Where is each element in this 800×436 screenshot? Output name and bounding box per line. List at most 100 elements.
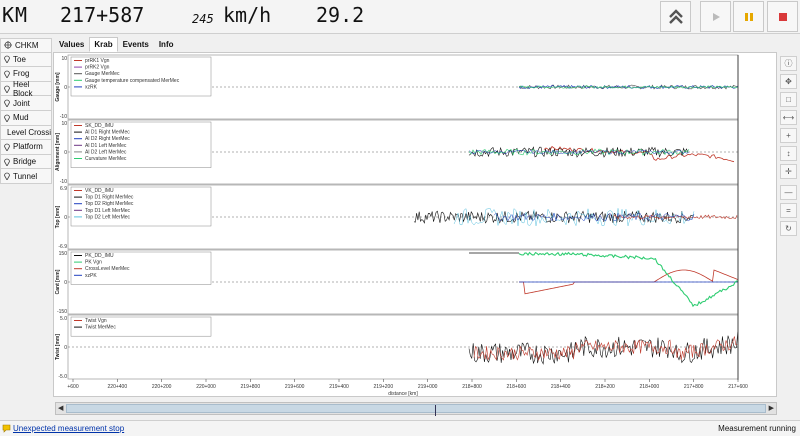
expand-button[interactable]: = xyxy=(780,203,797,218)
legend-entry: Top D1 Right MerMec xyxy=(85,195,134,201)
sidebar-item-chkm[interactable]: CHKM xyxy=(0,38,52,53)
collapse-up-button[interactable] xyxy=(660,1,691,32)
x-tick-label: 220+400 xyxy=(108,384,128,390)
legend-entry: Gauge MerMec xyxy=(85,71,120,77)
sidebar-item-label: Platform xyxy=(13,142,43,152)
legend-entry: PK Vgn xyxy=(85,260,102,266)
legend-entry: Gauge temperature compensated MerMec xyxy=(85,78,180,84)
tab-krab[interactable]: Krab xyxy=(89,37,118,52)
pin-icon xyxy=(4,70,10,78)
tab-info[interactable]: Info xyxy=(154,37,179,52)
sidebar-item-level-crossing[interactable]: Level Crossing xyxy=(0,125,52,141)
charts-svg[interactable]: 100-10Gauge [mm]prRK1 VgnprRK2 VgnGauge … xyxy=(54,53,778,398)
x-tick-label: 219+400 xyxy=(329,384,349,390)
x-tick-label: 219+800 xyxy=(241,384,261,390)
x-tick-label: 219+200 xyxy=(374,384,394,390)
view-tabs: Values Krab Events Info xyxy=(54,37,179,52)
sidebar-item-joint[interactable]: Joint xyxy=(0,96,52,111)
chart-area[interactable]: 10 0 -10 Gauge [mm] prRK1 Vgn prRK2 Vgn Gauge … xyxy=(53,52,777,397)
legend-entry: xzPK xyxy=(85,273,97,279)
collapse-button[interactable]: — xyxy=(780,185,797,200)
legend-entry: Top D2 Left MerMec xyxy=(85,214,131,220)
y-axis-label: Cant [mm] xyxy=(55,269,61,294)
scroll-right-icon[interactable]: ▶ xyxy=(769,404,774,412)
event-sidebar: CHKM Toe Frog Heel Block Joint Mud Level… xyxy=(0,38,52,184)
legend-entry: VK_DD_IMU xyxy=(85,188,114,194)
sidebar-item-heel-block[interactable]: Heel Block xyxy=(0,79,52,98)
legend-entry: Top D1 Left MerMec xyxy=(85,208,131,214)
scroll-left-icon[interactable]: ◀ xyxy=(58,404,63,412)
horizontal-scrollbar[interactable]: ◀ ▶ xyxy=(55,402,777,416)
y-tick-label: -5.0 xyxy=(58,374,67,380)
sidebar-item-toe[interactable]: Toe xyxy=(0,52,52,68)
pin-icon xyxy=(4,158,10,166)
pan-button[interactable]: ✥ xyxy=(780,74,797,89)
y-tick-label: 10 xyxy=(61,121,67,127)
x-tick-label: 218+200 xyxy=(595,384,615,390)
y-axis-label: Twist [mm] xyxy=(55,334,61,360)
sidebar-item-tunnel[interactable]: Tunnel xyxy=(0,169,52,184)
x-tick-label: 218+400 xyxy=(551,384,571,390)
x-tick-label: 218+600 xyxy=(507,384,527,390)
y-tick-label: 0 xyxy=(64,345,67,351)
x-tick-label: 219+000 xyxy=(418,384,438,390)
x-axis-label: distance [km] xyxy=(388,391,418,397)
fit-horizontal-button[interactable]: ⟷ xyxy=(780,110,797,125)
y-tick-label: -6.9 xyxy=(58,244,67,250)
tab-values[interactable]: Values xyxy=(54,37,89,52)
sidebar-item-bridge[interactable]: Bridge xyxy=(0,154,52,170)
legend-entry: CrossLevel MerMec xyxy=(85,266,130,272)
y-axis-label: Alignment [mm] xyxy=(55,133,61,171)
info-button[interactable]: ⓘ xyxy=(780,56,797,71)
collapse-icon: — xyxy=(784,188,793,197)
measurement-stop-link[interactable]: Unexpected measurement stop xyxy=(2,424,124,433)
sidebar-item-platform[interactable]: Platform xyxy=(0,140,52,155)
cursor-button[interactable]: ✛ xyxy=(780,164,797,179)
sidebar-item-label: Tunnel xyxy=(13,171,38,181)
y-tick-label: 0 xyxy=(64,280,67,286)
y-axis-label: Gauge [mm] xyxy=(55,72,61,102)
zoom-box-button[interactable]: □ xyxy=(780,92,797,107)
pin-icon xyxy=(4,85,10,93)
pin-icon xyxy=(4,172,10,181)
legend-entry: Curvature MerMec xyxy=(85,156,127,162)
play-button[interactable] xyxy=(700,1,731,32)
sidebar-item-label: Heel Block xyxy=(12,79,33,98)
legend-entry: PK_DD_IMU xyxy=(85,253,114,259)
y-axis-label: Top [mm] xyxy=(55,205,61,228)
x-tick-label: 217+800 xyxy=(684,384,704,390)
fit-vertical-button[interactable]: ↕ xyxy=(780,146,797,161)
stop-button[interactable] xyxy=(767,1,798,32)
y-tick-label: 5.0 xyxy=(60,316,67,322)
warning-icon xyxy=(2,424,11,433)
fit-horizontal-icon: ⟷ xyxy=(782,113,795,122)
legend-entry: prRK2 Vgn xyxy=(85,65,110,71)
collapse-up-icon xyxy=(668,8,683,24)
km-position: 217+587 xyxy=(60,3,145,27)
y-tick-label: 0 xyxy=(64,85,67,91)
fit-vertical-icon: ↕ xyxy=(786,149,791,158)
pin-icon xyxy=(4,56,10,64)
cursor-icon: ✛ xyxy=(785,167,792,176)
reset-button[interactable]: ↻ xyxy=(780,221,797,236)
pause-button[interactable] xyxy=(733,1,764,32)
play-icon xyxy=(712,12,720,21)
pan-icon: ✥ xyxy=(785,77,792,86)
y-tick-label: 10 xyxy=(61,56,67,62)
y-tick-label: 6.9 xyxy=(60,186,67,192)
x-tick-label: 220+200 xyxy=(152,384,172,390)
x-tick-label: 219+600 xyxy=(285,384,305,390)
legend-entry: SK_DD_IMU xyxy=(85,123,114,129)
zoom-in-button[interactable]: + xyxy=(780,128,797,143)
scrollbar-thumb[interactable] xyxy=(66,404,766,416)
km-label: KM xyxy=(2,3,29,27)
legend-entry: Twist Vgn xyxy=(85,318,107,324)
expand-icon: = xyxy=(786,206,791,215)
top-bar: KM 217+587 245 km/h 29.2 xyxy=(0,0,800,34)
info-icon: ⓘ xyxy=(784,59,793,68)
y-tick-label: -10 xyxy=(60,114,67,120)
sidebar-item-label: Level Crossing xyxy=(7,127,52,137)
sidebar-item-mud[interactable]: Mud xyxy=(0,110,52,126)
status-left-text: Unexpected measurement stop xyxy=(13,424,125,433)
tab-events[interactable]: Events xyxy=(118,37,154,52)
